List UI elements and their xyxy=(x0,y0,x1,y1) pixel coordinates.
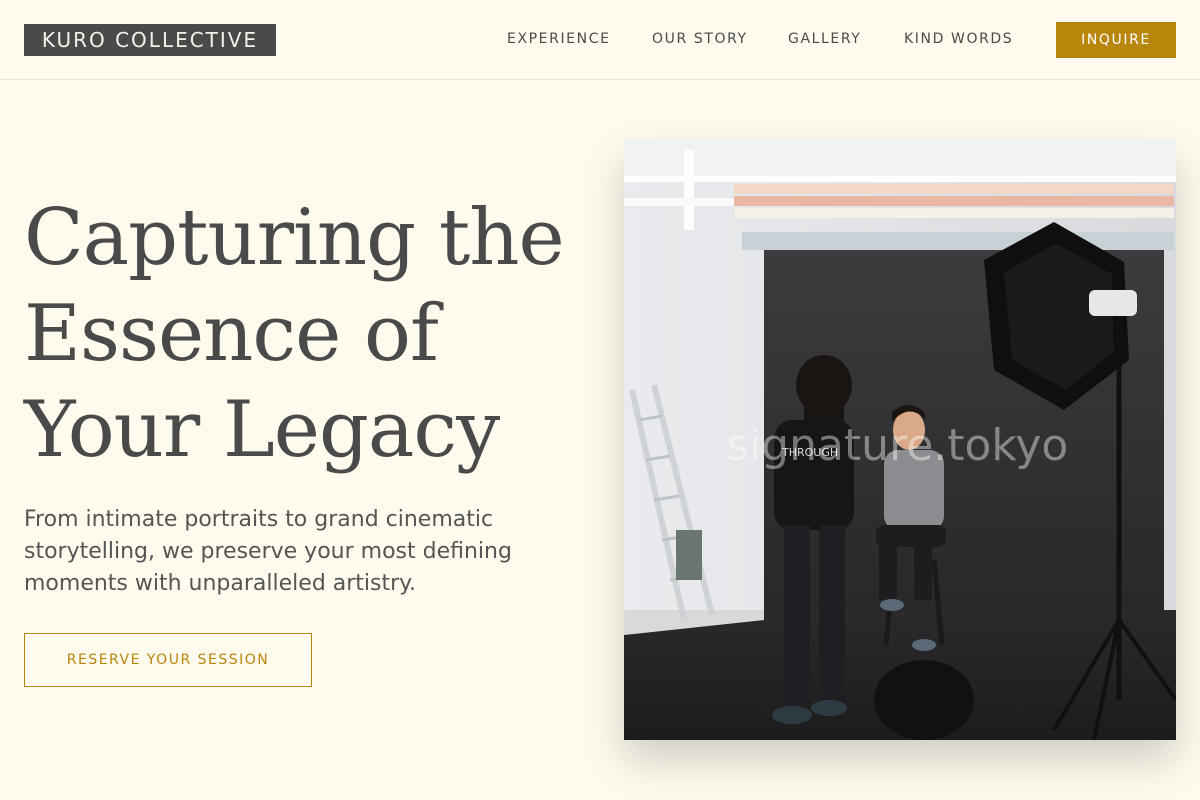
logo[interactable]: KURO COLLECTIVE xyxy=(24,24,276,56)
hero-headline: Capturing the Essence of Your Legacy xyxy=(24,190,604,478)
headline-line-3: Your Legacy xyxy=(24,385,500,475)
nav-our-story[interactable]: OUR STORY xyxy=(652,30,748,48)
reserve-session-button[interactable]: RESERVE YOUR SESSION xyxy=(24,633,312,687)
site-header: KURO COLLECTIVE EXPERIENCE OUR STORY GAL… xyxy=(0,0,1200,80)
inquire-button[interactable]: INQUIRE xyxy=(1056,22,1176,58)
nav-experience[interactable]: EXPERIENCE xyxy=(507,30,611,48)
headline-line-1: Capturing the xyxy=(24,193,565,283)
nav-kind-words[interactable]: KIND WORDS xyxy=(904,30,1013,48)
watermark: signature.tokyo xyxy=(726,420,1069,471)
headline-line-2: Essence of xyxy=(24,289,439,379)
hero-subtext: From intimate portraits to grand cinemat… xyxy=(24,507,512,596)
nav-gallery[interactable]: GALLERY xyxy=(788,30,861,48)
